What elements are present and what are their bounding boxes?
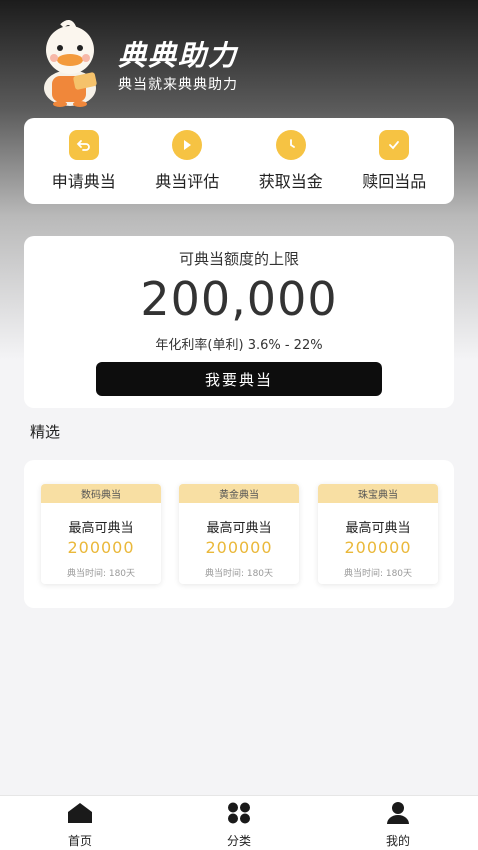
product-max-label: 最高可典当 [68, 521, 134, 536]
product-category: 黄金典当 [179, 484, 299, 503]
product-max-value: 200000 [67, 538, 135, 557]
service-label: 申请典当 [51, 172, 116, 191]
featured-section-title: 精选 [30, 423, 61, 441]
product-max-label: 最高可典当 [206, 521, 272, 536]
tab-label: 分类 [226, 834, 251, 848]
service-label: 典当评估 [155, 172, 220, 191]
tab-category[interactable]: 分类 [209, 802, 269, 849]
pawn-now-button[interactable]: 我要典当 [96, 362, 382, 396]
credit-limit-card: 可典当额度的上限 200,000 年化利率(单利) 3.6% - 22% 我要典… [24, 236, 454, 408]
app-title: 典典助力 [118, 39, 239, 72]
service-label: 赎回当品 [362, 172, 427, 191]
product-term: 典当时间: 180天 [66, 569, 136, 579]
service-redeem-item[interactable]: 赎回当品 [344, 130, 444, 192]
bottom-tab-bar: 首页 分类 我的 [0, 795, 478, 850]
product-term: 典当时间: 180天 [204, 569, 274, 579]
product-category: 数码典当 [41, 484, 161, 503]
product-term: 典当时间: 180天 [343, 569, 413, 579]
product-card-jewelry[interactable]: 珠宝典当 最高可典当 200000 典当时间: 180天 [318, 484, 438, 584]
interest-rate-text: 年化利率(单利) 3.6% - 22% [155, 338, 323, 353]
play-icon [172, 130, 203, 160]
featured-products: 数码典当 最高可典当 200000 典当时间: 180天 黄金典当 最高可典当 … [24, 460, 454, 608]
tab-label: 我的 [385, 834, 410, 848]
tab-home[interactable]: 首页 [50, 802, 110, 849]
product-category: 珠宝典当 [318, 484, 438, 503]
limit-amount: 200,000 [140, 272, 338, 326]
tab-label: 首页 [67, 834, 92, 848]
clock-icon [275, 130, 306, 160]
home-icon [66, 802, 94, 828]
clipboard-check-icon [379, 130, 410, 160]
service-menu: 申请典当 典当评估 获取当金 赎回当品 [24, 118, 454, 204]
grid-icon [225, 802, 253, 828]
limit-caption: 可典当额度的上限 [178, 250, 299, 268]
duck-mascot-logo [30, 18, 110, 108]
service-get-loan[interactable]: 获取当金 [241, 130, 341, 192]
product-max-value: 200000 [205, 538, 273, 557]
service-apply-pawn[interactable]: 申请典当 [34, 130, 134, 192]
service-pawn-evaluation[interactable]: 典当评估 [137, 130, 237, 192]
product-card-gold[interactable]: 黄金典当 最高可典当 200000 典当时间: 180天 [179, 484, 299, 584]
tab-mine[interactable]: 我的 [368, 802, 428, 849]
product-max-label: 最高可典当 [345, 521, 411, 536]
service-label: 获取当金 [258, 172, 323, 191]
app-subtitle: 典当就来典典助力 [118, 77, 238, 93]
product-card-digital[interactable]: 数码典当 最高可典当 200000 典当时间: 180天 [41, 484, 161, 584]
return-arrow-icon [68, 130, 99, 160]
user-icon [384, 802, 412, 828]
product-max-value: 200000 [344, 538, 412, 557]
